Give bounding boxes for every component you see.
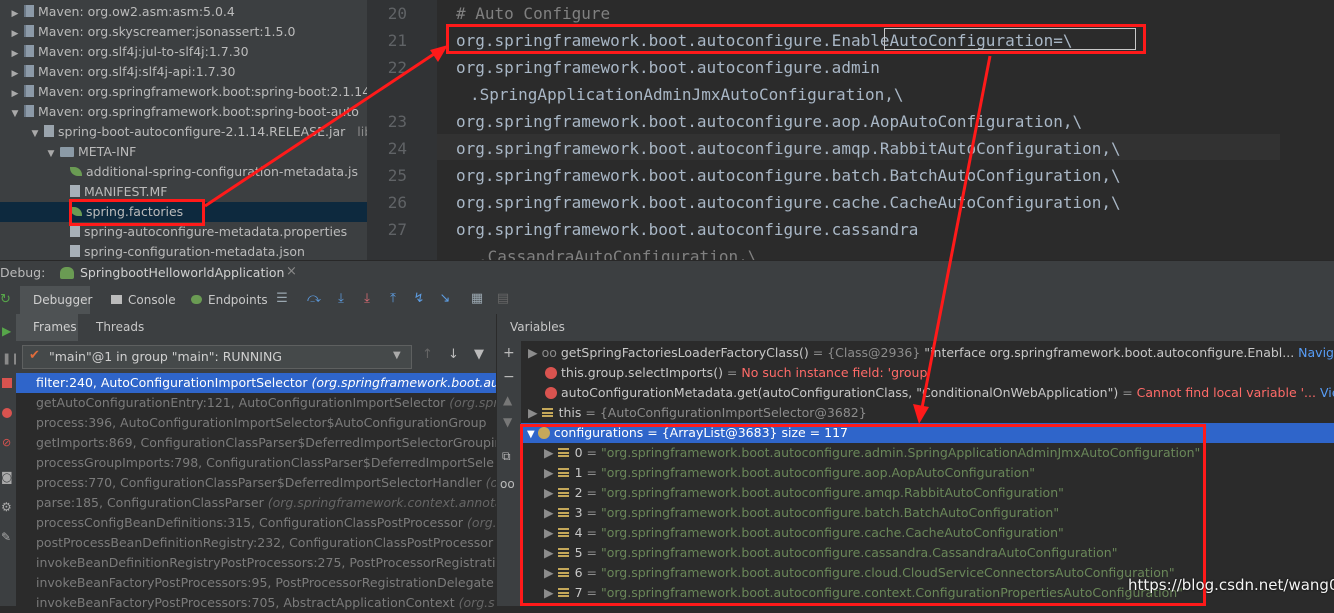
watermark: https://blog.csdn.net/wang0907 (1128, 576, 1334, 594)
arrowhead-2 (913, 404, 929, 424)
arrow-to-configurations (920, 55, 992, 409)
arrow-to-line21 (204, 48, 441, 208)
arrowhead-1 (430, 45, 448, 62)
annotation-arrows (204, 45, 992, 424)
